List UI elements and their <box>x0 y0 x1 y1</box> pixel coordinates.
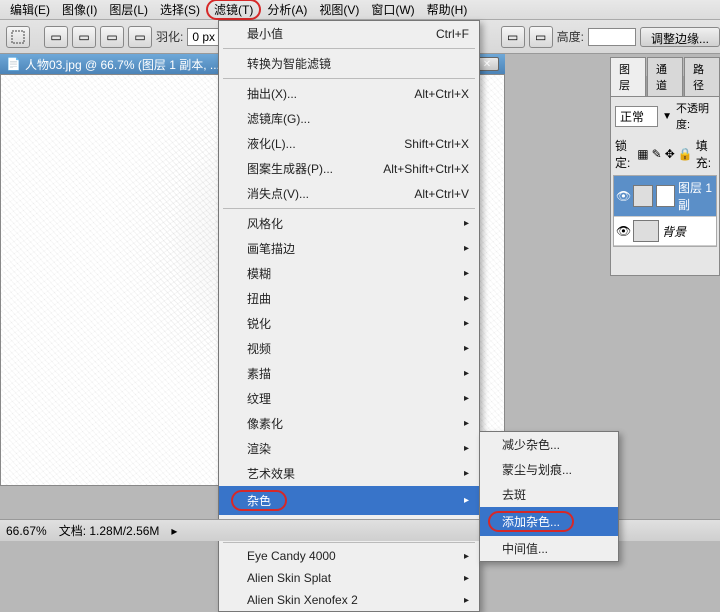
selmode-add-icon[interactable]: ▭ <box>72 26 96 48</box>
filter-stylize[interactable]: 风格化 <box>219 211 479 236</box>
menubar: 编辑(E) 图像(I) 图层(L) 选择(S) 滤镜(T) 分析(A) 视图(V… <box>0 0 720 20</box>
noise-despeckle[interactable]: 去斑 <box>480 482 618 507</box>
opacity-label: 不透明度: <box>676 100 715 132</box>
menu-layer[interactable]: 图层(L) <box>103 0 154 20</box>
menu-select[interactable]: 选择(S) <box>154 0 206 20</box>
filter-smartfilter[interactable]: 转换为智能滤镜 <box>219 51 479 76</box>
lock-move-icon[interactable]: ✥ <box>665 147 675 161</box>
filter-sharpen[interactable]: 锐化 <box>219 311 479 336</box>
zoom-level[interactable]: 66.67% <box>6 524 47 538</box>
filter-splat[interactable]: Alien Skin Splat <box>219 567 479 589</box>
lock-all-icon[interactable]: 🔒 <box>678 147 693 161</box>
selmode-intersect-icon[interactable]: ▭ <box>128 26 152 48</box>
filter-vanishing[interactable]: 消失点(V)...Alt+Ctrl+V <box>219 181 479 206</box>
noise-submenu: 减少杂色... 蒙尘与划痕... 去斑 添加杂色... 中间值... <box>479 431 619 562</box>
filter-gallery[interactable]: 滤镜库(G)... <box>219 106 479 131</box>
document-title: 人物03.jpg @ 66.7% (图层 1 副本, ...) <box>25 56 224 73</box>
width-icon[interactable]: ▭ <box>529 26 553 48</box>
filter-blur[interactable]: 模糊 <box>219 261 479 286</box>
filter-pixelate[interactable]: 像素化 <box>219 411 479 436</box>
menu-analysis[interactable]: 分析(A) <box>261 0 313 20</box>
noise-add[interactable]: 添加杂色... <box>480 507 618 536</box>
layers-panel: 图层 通道 路径 正常 ▼ 不透明度: 锁定: ▦ ✎ ✥ 🔒 填充: 👁 图层… <box>610 76 720 276</box>
layer-list: 👁 图层 1 副 👁 背景 <box>613 175 717 247</box>
noise-dust[interactable]: 蒙尘与划痕... <box>480 457 618 482</box>
menu-view[interactable]: 视图(V) <box>313 0 365 20</box>
filter-artistic[interactable]: 艺术效果 <box>219 461 479 486</box>
noise-reduce[interactable]: 减少杂色... <box>480 432 618 457</box>
filter-distort[interactable]: 扭曲 <box>219 286 479 311</box>
filter-eyecandy[interactable]: Eye Candy 4000 <box>219 545 479 567</box>
layer-thumb[interactable] <box>633 220 659 242</box>
refine-edge-button[interactable]: 调整边缘... <box>640 27 720 47</box>
height-label: 高度: <box>557 28 584 45</box>
layer-name[interactable]: 图层 1 副 <box>678 179 714 213</box>
filter-extract[interactable]: 抽出(X)...Alt+Ctrl+X <box>219 81 479 106</box>
visibility-icon[interactable]: 👁 <box>616 189 630 203</box>
menu-filter[interactable]: 滤镜(T) <box>206 0 261 20</box>
visibility-icon[interactable]: 👁 <box>616 224 630 238</box>
layer-name[interactable]: 背景 <box>662 223 686 240</box>
style-icon[interactable]: ▭ <box>501 26 525 48</box>
layer-row[interactable]: 👁 图层 1 副 <box>614 176 716 217</box>
filter-pattern[interactable]: 图案生成器(P)...Alt+Shift+Ctrl+X <box>219 156 479 181</box>
layer-thumb[interactable] <box>633 185 653 207</box>
filter-brushstrokes[interactable]: 画笔描边 <box>219 236 479 261</box>
selmode-sub-icon[interactable]: ▭ <box>100 26 124 48</box>
filter-xenofex[interactable]: Alien Skin Xenofex 2 <box>219 589 479 611</box>
feather-label: 羽化: <box>156 28 183 45</box>
filter-last[interactable]: 最小值Ctrl+F <box>219 21 479 46</box>
lock-paint-icon[interactable]: ✎ <box>652 147 662 161</box>
menu-window[interactable]: 窗口(W) <box>365 0 420 20</box>
tab-paths[interactable]: 路径 <box>684 57 720 96</box>
filter-sketch[interactable]: 素描 <box>219 361 479 386</box>
blend-mode-select[interactable]: 正常 <box>615 106 658 127</box>
layer-mask-thumb[interactable] <box>656 185 676 207</box>
lock-transparent-icon[interactable]: ▦ <box>637 147 648 161</box>
doc-size: 文档: 1.28M/2.56M <box>59 522 160 539</box>
tab-channels[interactable]: 通道 <box>647 57 683 96</box>
chevron-right-icon[interactable]: ▸ <box>171 524 177 538</box>
fill-label: 填充: <box>696 137 715 171</box>
layer-row[interactable]: 👁 背景 <box>614 217 716 246</box>
ps-file-icon: 📄 <box>6 57 21 71</box>
menu-help[interactable]: 帮助(H) <box>421 0 474 20</box>
menu-image[interactable]: 图像(I) <box>56 0 103 20</box>
noise-median[interactable]: 中间值... <box>480 536 618 561</box>
filter-noise[interactable]: 杂色 <box>219 486 479 515</box>
filter-liquify[interactable]: 液化(L)...Shift+Ctrl+X <box>219 131 479 156</box>
menu-edit[interactable]: 编辑(E) <box>4 0 56 20</box>
selmode-new-icon[interactable]: ▭ <box>44 26 68 48</box>
height-input <box>588 28 636 46</box>
lock-label: 锁定: <box>615 137 634 171</box>
filter-texture[interactable]: 纹理 <box>219 386 479 411</box>
tab-layers[interactable]: 图层 <box>610 57 646 96</box>
filter-video[interactable]: 视频 <box>219 336 479 361</box>
filter-render[interactable]: 渲染 <box>219 436 479 461</box>
marquee-tool-icon[interactable] <box>6 26 30 48</box>
